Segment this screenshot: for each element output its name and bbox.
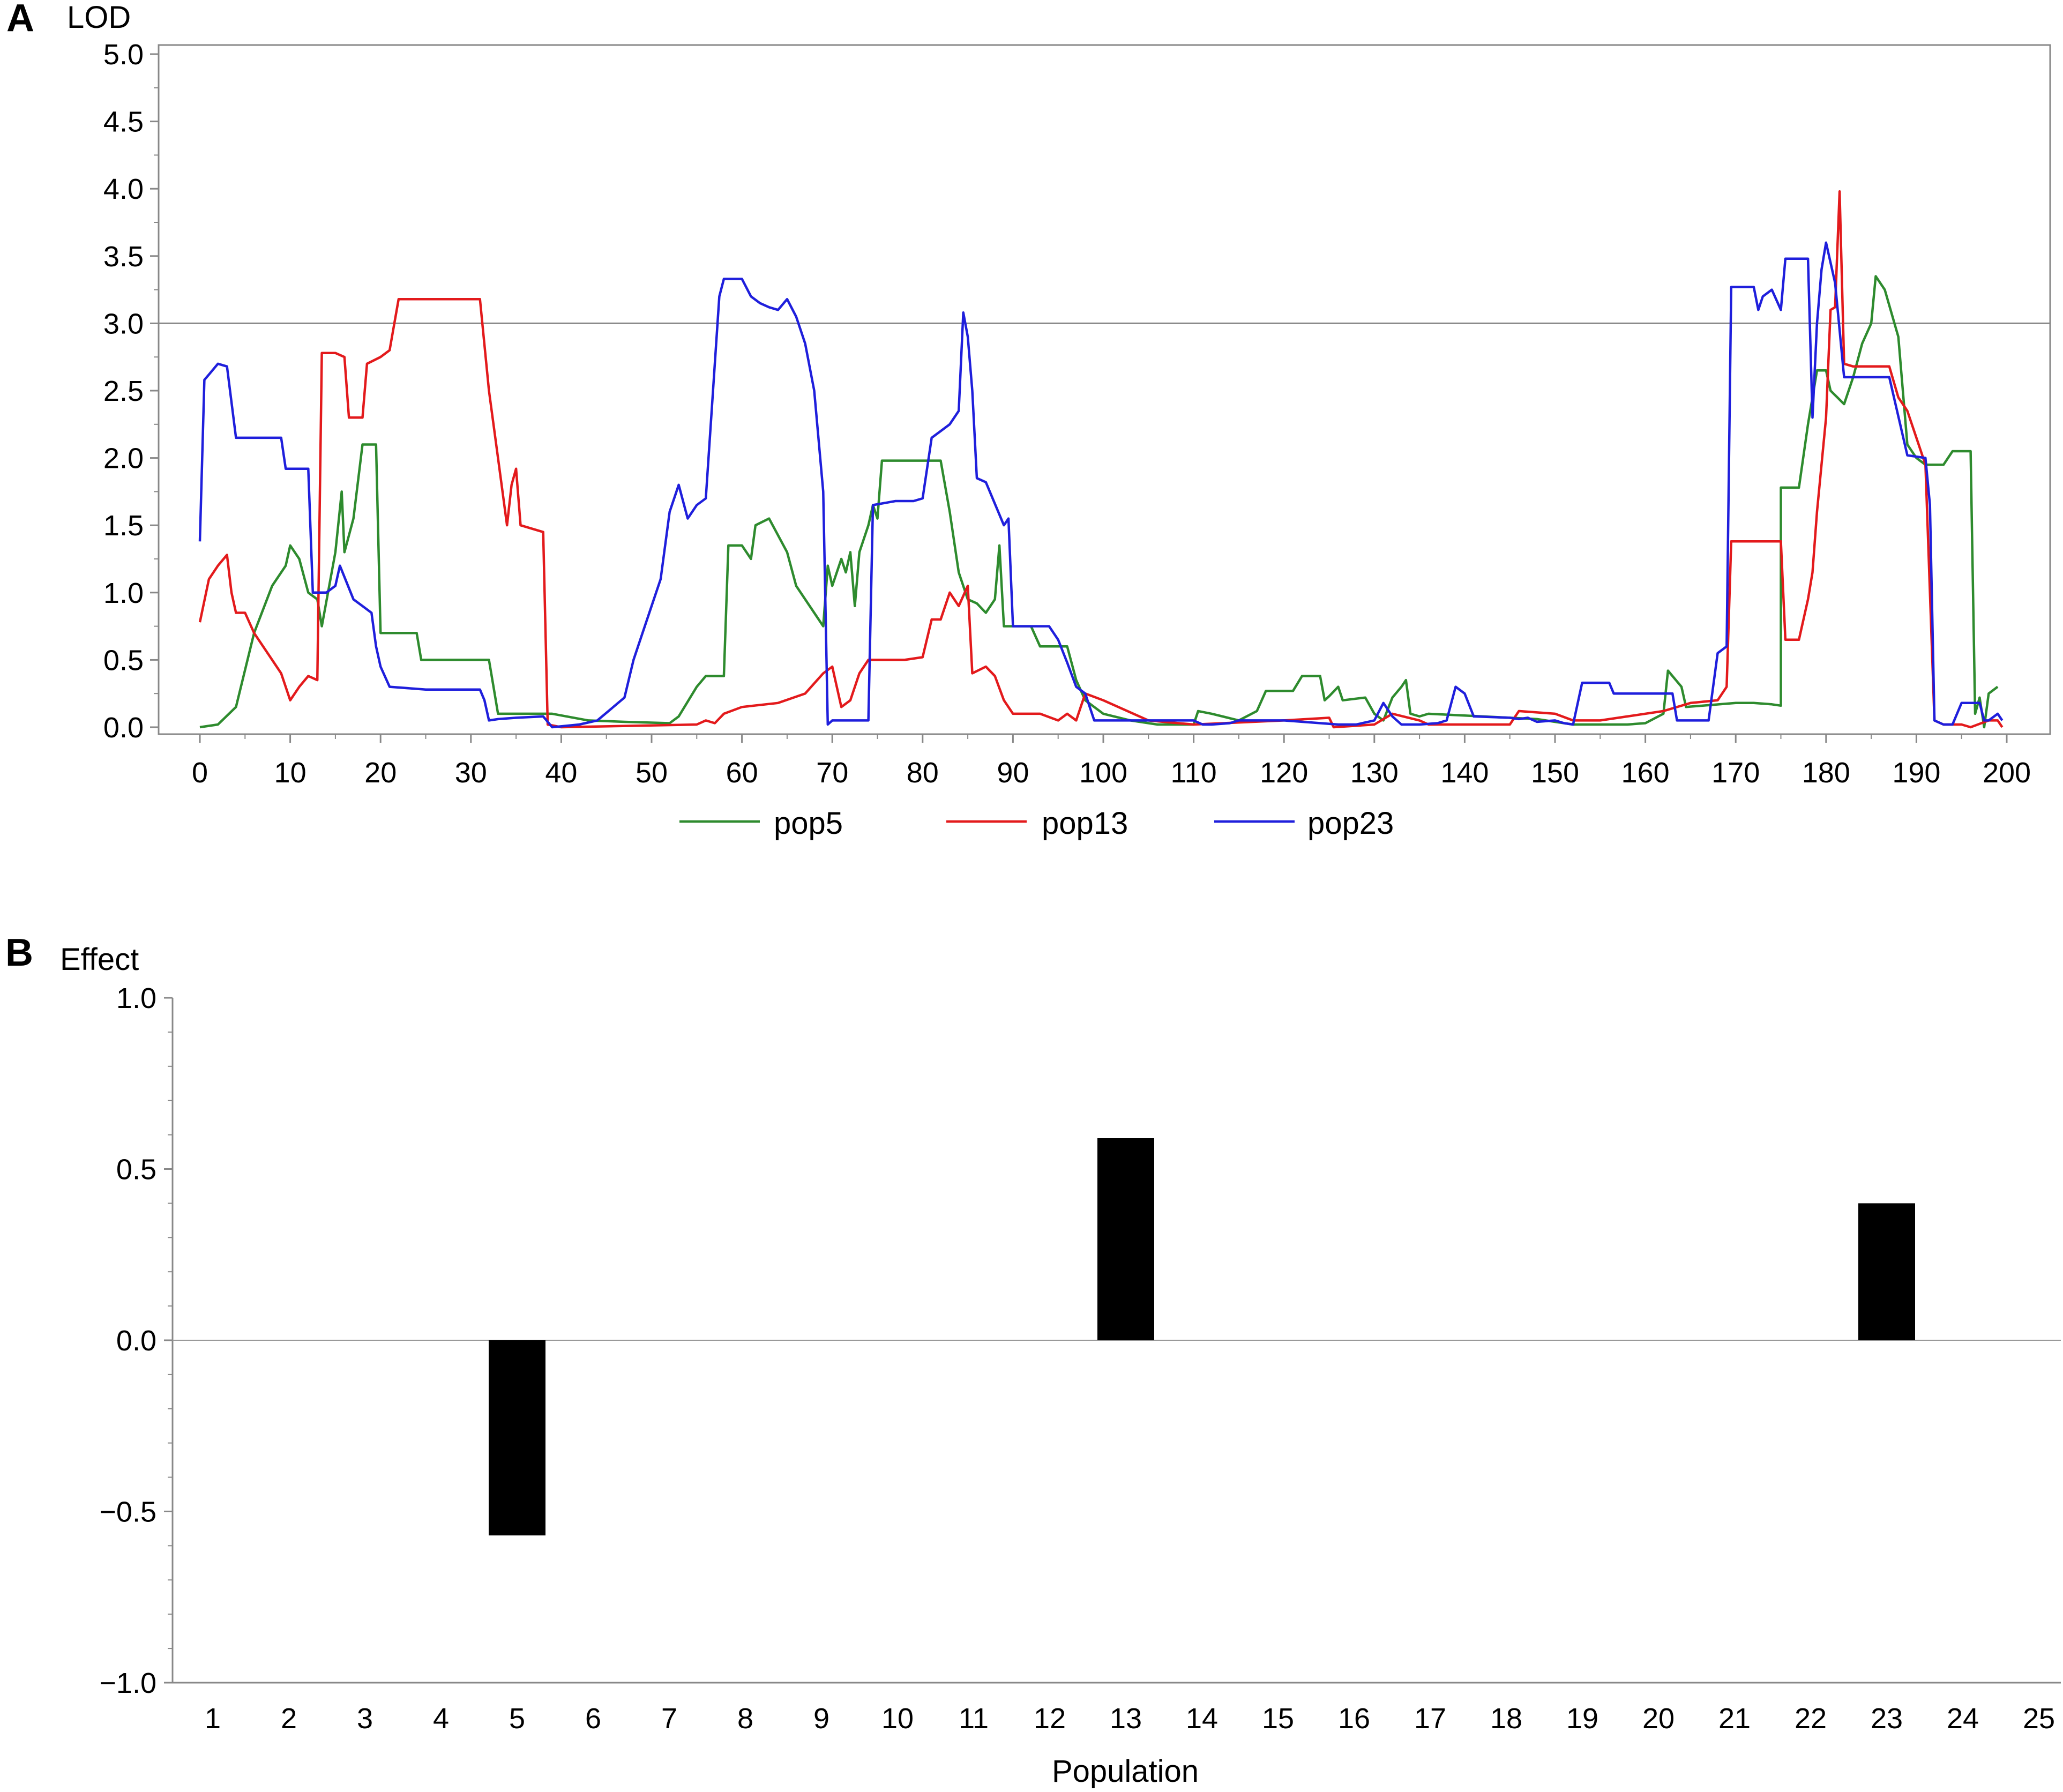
lod-x-tick-label: 40 [545, 757, 577, 789]
effect-y-tick-label: 1.0 [116, 982, 156, 1014]
legend-label-pop23: pop23 [1307, 806, 1394, 841]
lod-x-tick-label: 120 [1260, 757, 1308, 789]
effect-y-tick-label: 0.0 [116, 1325, 156, 1357]
lod-legend: pop5 pop13 pop23 [679, 806, 1394, 841]
effect-y-axis-title: Effect [60, 942, 139, 977]
lod-x-tick-label: 50 [636, 757, 668, 789]
effect-x-tick-label: 17 [1414, 1703, 1446, 1735]
lod-plot-frame [158, 44, 2051, 735]
lod-x-tick-label: 200 [1983, 757, 2031, 789]
lod-y-tick-label: 2.0 [103, 443, 144, 475]
lod-x-tick-label: 90 [997, 757, 1029, 789]
lod-x-tick-label: 60 [726, 757, 758, 789]
effect-x-tick-label: 18 [1490, 1703, 1522, 1735]
panel-b-label: B [5, 931, 33, 974]
lod-x-tick-label: 20 [364, 757, 397, 789]
lod-x-tick-label: 10 [274, 757, 307, 789]
lod-y-ticks: 0.0 0.5 1.0 1.5 2.0 2.5 3.0 3.5 4.0 4.5 5.0 [103, 39, 159, 744]
lod-x-tick-label: 170 [1711, 757, 1760, 789]
effect-x-tick-label: 15 [1262, 1703, 1294, 1735]
lod-y-tick-label: 1.5 [103, 510, 144, 542]
lod-y-tick-label: 4.0 [103, 173, 144, 205]
lod-x-tick-label: 150 [1531, 757, 1579, 789]
legend-label-pop5: pop5 [774, 806, 843, 841]
lod-x-tick-label: 70 [816, 757, 848, 789]
effect-x-tick-label: 25 [2023, 1703, 2055, 1735]
effect-x-tick-label: 21 [1718, 1703, 1751, 1735]
effect-x-tick-label: 6 [585, 1703, 601, 1735]
effect-bar-pop23 [1858, 1203, 1915, 1340]
lod-line-pop23 [198, 241, 2004, 729]
effect-y-tick-label: −1.0 [99, 1667, 156, 1699]
effect-x-tick-label: 2 [281, 1703, 297, 1735]
effect-x-tick-label: 22 [1795, 1703, 1827, 1735]
effect-bar-pop13 [1097, 1138, 1154, 1340]
effect-y-tick-label: −0.5 [99, 1496, 156, 1528]
lod-x-tick-label: 190 [1892, 757, 1940, 789]
effect-x-tick-label: 3 [357, 1703, 373, 1735]
lod-y-tick-label: 0.5 [103, 644, 144, 676]
effect-x-tick-label: 23 [1871, 1703, 1903, 1735]
effect-x-tick-label: 13 [1110, 1703, 1142, 1735]
lod-x-tick-label: 110 [1171, 757, 1217, 789]
lod-y-tick-label: 3.0 [103, 308, 144, 340]
effect-x-tick-label: 20 [1642, 1703, 1675, 1735]
effect-x-tick-label: 7 [661, 1703, 677, 1735]
lod-x-tick-label: 0 [192, 757, 208, 789]
lod-y-tick-label: 4.5 [103, 106, 144, 138]
effect-x-ticks: 1 2 3 4 5 6 7 8 9 10 11 12 13 14 15 16 17 18 19 20 21 22 23 24 2… [205, 1703, 2055, 1735]
lod-x-tick-label: 140 [1440, 757, 1489, 789]
effect-x-tick-label: 9 [813, 1703, 829, 1735]
effect-x-tick-label: 14 [1186, 1703, 1218, 1735]
lod-y-tick-label: 3.5 [103, 241, 144, 273]
lod-x-tick-label: 130 [1350, 757, 1399, 789]
lod-y-tick-label: 1.0 [103, 577, 144, 609]
lod-line-pop13 [198, 190, 2004, 729]
effect-x-axis-title: Population [1052, 1754, 1199, 1789]
effect-x-tick-label: 12 [1034, 1703, 1066, 1735]
panel-a-label: A [6, 0, 34, 40]
lod-series-lines [198, 190, 2004, 729]
effect-x-tick-label: 4 [433, 1703, 449, 1735]
effect-x-tick-label: 1 [205, 1703, 221, 1735]
effect-bars [489, 1138, 1915, 1536]
effect-y-ticks: −1.0 −0.5 0.0 0.5 1.0 [99, 982, 173, 1699]
lod-y-tick-label: 2.5 [103, 375, 144, 407]
lod-y-tick-label: 0.0 [103, 712, 144, 744]
legend-label-pop13: pop13 [1042, 806, 1128, 841]
effect-x-tick-label: 24 [1947, 1703, 1979, 1735]
lod-chart: A LOD 0.00.51.01.52.02.53.03.54.04.55.0 … [6, 0, 2051, 841]
lod-x-tick-label: 180 [1802, 757, 1850, 789]
lod-x-tick-label: 100 [1079, 757, 1127, 789]
figure: A LOD 0.00.51.01.52.02.53.03.54.04.55.0 … [5, 0, 2061, 1789]
lod-y-axis-title: LOD [67, 0, 131, 35]
effect-y-tick-label: 0.5 [116, 1154, 156, 1186]
effect-x-tick-label: 19 [1566, 1703, 1598, 1735]
effect-x-tick-label: 10 [881, 1703, 914, 1735]
lod-x-tick-label: 80 [907, 757, 939, 789]
effect-chart: B Effect −1.0−0.50.00.51.0 1 2 3 4 5 6 7 8 9 10 11… [5, 931, 2061, 1789]
effect-x-tick-label: 16 [1338, 1703, 1370, 1735]
lod-x-tick-label: 160 [1621, 757, 1670, 789]
effect-x-tick-label: 11 [959, 1703, 989, 1735]
lod-y-tick-label: 5.0 [103, 39, 144, 71]
effect-x-tick-label: 8 [737, 1703, 753, 1735]
lod-x-tick-label: 30 [455, 757, 487, 789]
effect-bar-pop5 [489, 1340, 545, 1536]
lod-x-ticks: 0 10 20 30 40 50 60 70 80 90 100 110 120 130 140 150 160… [192, 734, 2031, 789]
effect-x-tick-label: 5 [509, 1703, 525, 1735]
